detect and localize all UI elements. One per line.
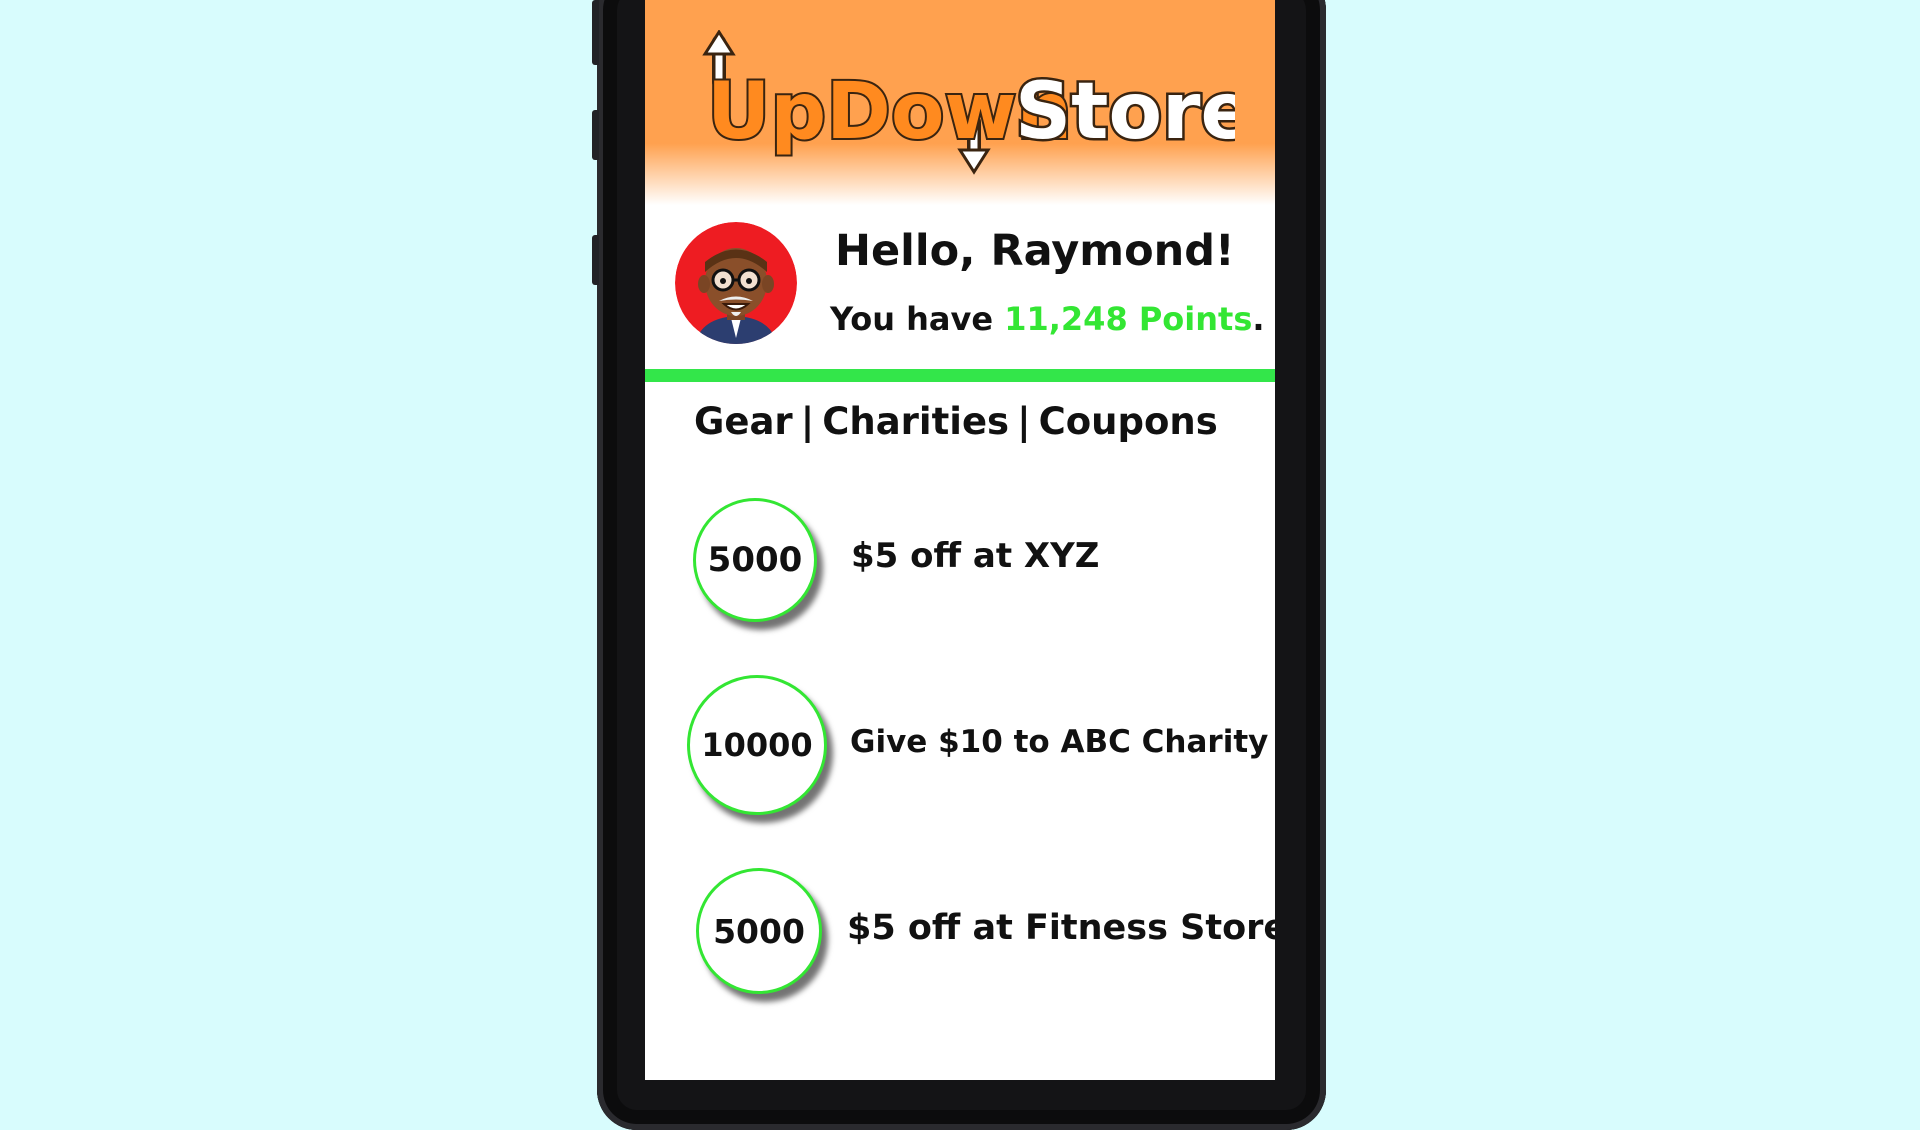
reward-description: Give $10 to ABC Charity <box>850 724 1269 760</box>
app-header: UpDown Store <box>645 0 1275 205</box>
volume-up-button <box>592 110 599 160</box>
reward-item[interactable]: 5000 $5 off at XYZ <box>645 490 1275 630</box>
points-suffix: . <box>1252 300 1265 338</box>
reward-cost-badge[interactable]: 5000 <box>693 498 817 622</box>
points-summary: You have 11,248 Points. <box>830 300 1265 338</box>
app-logo: UpDown Store <box>702 30 1235 175</box>
reward-item[interactable]: 10000 Give $10 to ABC Charity <box>645 670 1275 815</box>
tab-separator: | <box>1017 400 1031 443</box>
user-avatar-icon[interactable] <box>675 222 797 344</box>
reward-description: $5 off at Fitness Store <box>847 908 1275 948</box>
user-greeting: Hello, Raymond! <box>835 226 1235 276</box>
tab-separator: | <box>800 400 815 443</box>
reward-cost-badge[interactable]: 5000 <box>696 868 822 994</box>
points-value: 11,248 Points <box>1004 300 1253 338</box>
app-screen: UpDown Store Hello, Raymond! You have 11… <box>645 0 1275 1080</box>
points-prefix: You have <box>830 300 1005 338</box>
reward-item[interactable]: 5000 $5 off at Fitness Store <box>645 864 1275 1004</box>
tab-gear[interactable]: Gear <box>694 400 793 443</box>
category-tabs: Gear | Charities | Coupons <box>694 400 1218 443</box>
header-divider <box>645 369 1275 382</box>
reward-cost-badge[interactable]: 10000 <box>687 675 827 815</box>
reward-description: $5 off at XYZ <box>851 536 1100 576</box>
logo-store-text: Store <box>1015 67 1235 157</box>
tab-charities[interactable]: Charities <box>822 400 1009 443</box>
mute-switch <box>592 0 599 65</box>
volume-down-button <box>592 235 599 285</box>
tab-coupons[interactable]: Coupons <box>1039 400 1218 443</box>
